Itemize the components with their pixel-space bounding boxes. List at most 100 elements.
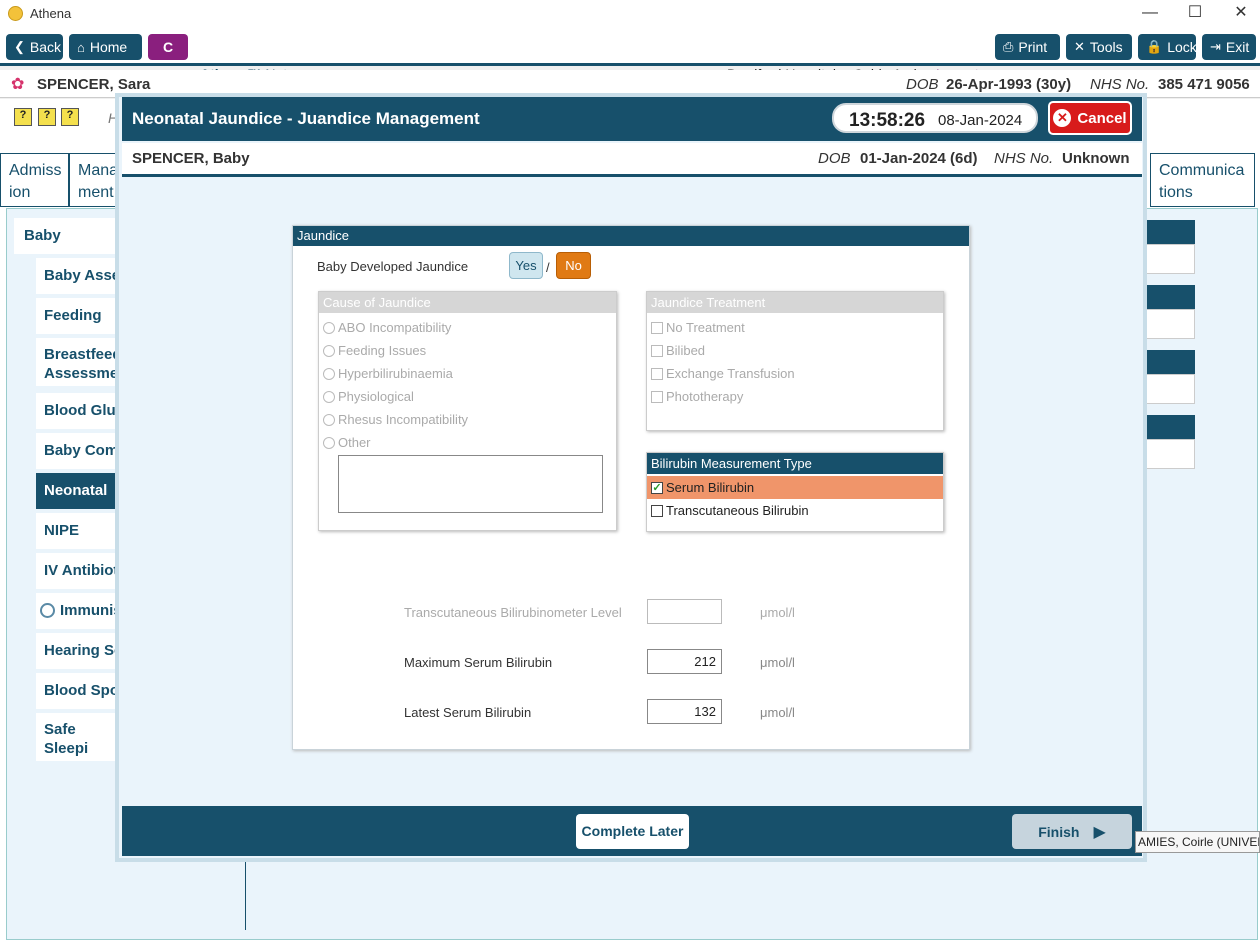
- other-cause-textarea[interactable]: [338, 455, 603, 513]
- printer-icon: ⎙: [1003, 39, 1014, 54]
- max-serum-input[interactable]: 212: [647, 649, 722, 674]
- tc-level-input[interactable]: [647, 599, 722, 624]
- sidebar-item-neonatal[interactable]: Neonatal: [36, 473, 126, 509]
- treatment-option[interactable]: No Treatment: [647, 316, 943, 339]
- finish-label: Finish: [1038, 823, 1080, 840]
- flower-icon: ✿: [11, 76, 25, 93]
- treatment-option-label: No Treatment: [666, 320, 745, 335]
- maximize-icon[interactable]: ☐: [1185, 4, 1205, 24]
- play-arrow-icon: ▶: [1093, 823, 1106, 841]
- no-button[interactable]: No: [556, 252, 591, 279]
- print-button[interactable]: ⎙ Print: [995, 34, 1060, 60]
- tc-level-unit: μmol/l: [760, 605, 795, 620]
- modal-footer: Complete Later Finish ▶: [122, 806, 1142, 856]
- sidebar-item-blood-spot[interactable]: Blood Spot: [36, 673, 126, 709]
- sidebar-item-iv-antibiotics[interactable]: IV Antibiot: [36, 553, 126, 589]
- baby-banner: SPENCER, Baby DOB 01-Jan-2024 (6d) NHS N…: [122, 143, 1142, 177]
- sidebar-header[interactable]: Baby: [14, 218, 124, 254]
- lock-button[interactable]: 🔒 Lock: [1138, 34, 1197, 60]
- treatment-option[interactable]: Exchange Transfusion: [647, 362, 943, 385]
- back-button[interactable]: ❮ Back: [6, 34, 63, 60]
- close-icon[interactable]: ✕: [1231, 4, 1251, 24]
- complete-later-button[interactable]: Complete Later: [576, 814, 689, 849]
- cause-option-label: Physiological: [338, 389, 414, 404]
- user-tooltip: AMIES, Coirle (UNIVERS: [1135, 831, 1260, 853]
- patient-name: SPENCER, Sara: [37, 76, 151, 93]
- cause-option[interactable]: Hyperbilirubinaemia: [319, 362, 616, 385]
- sidebar-item-feeding[interactable]: Feeding: [36, 298, 126, 334]
- alert-icon[interactable]: ?: [14, 108, 32, 126]
- cause-option-label: Rhesus Incompatibility: [338, 412, 469, 427]
- cause-option[interactable]: Physiological: [319, 385, 616, 408]
- lock-icon: 🔒: [1146, 39, 1163, 54]
- cause-option[interactable]: ABO Incompatibility: [319, 316, 616, 339]
- serum-bilirubin-option[interactable]: ✓ Serum Bilirubin: [647, 476, 943, 499]
- cause-option-label: Other: [338, 435, 371, 450]
- latest-serum-label: Latest Serum Bilirubin: [404, 705, 532, 720]
- exit-button[interactable]: ⇥ Exit: [1202, 34, 1256, 60]
- patient-nhs: 385 471 9056: [1158, 76, 1250, 93]
- treatment-option[interactable]: Phototherapy: [647, 385, 943, 408]
- bg-section-body: [1145, 374, 1195, 404]
- clock-date: 08-Jan-2024: [938, 112, 1023, 129]
- sidebar-item-breastfeeding[interactable]: Breastfeedi Assessmen: [36, 338, 118, 386]
- cause-option[interactable]: Rhesus Incompatibility: [319, 408, 616, 431]
- cause-option-label: Feeding Issues: [338, 343, 427, 358]
- checkbox-icon: [651, 504, 663, 517]
- nhs-label: NHS No.: [1090, 76, 1150, 93]
- bg-section-header: [1145, 285, 1195, 309]
- sidebar-item-safe-sleeping[interactable]: Safe Sleepi Assessmen: [36, 713, 118, 761]
- exit-label: Exit: [1225, 39, 1250, 55]
- cause-option-label: Hyperbilirubinaemia: [338, 366, 453, 381]
- sidebar-item-baby-comms[interactable]: Baby Comn: [36, 433, 126, 469]
- c-button[interactable]: C: [148, 34, 188, 60]
- radio-icon: [323, 321, 335, 334]
- cause-option[interactable]: Feeding Issues: [319, 339, 616, 362]
- sidebar-item-nipe[interactable]: NIPE: [36, 513, 126, 549]
- treatment-option-label: Exchange Transfusion: [666, 366, 795, 381]
- minimize-icon[interactable]: —: [1140, 4, 1160, 24]
- serum-bilirubin-label: Serum Bilirubin: [666, 480, 755, 495]
- bg-section-header: [1145, 350, 1195, 374]
- max-serum-unit: μmol/l: [760, 655, 795, 670]
- modal-title: Neonatal Jaundice - Juandice Management: [132, 109, 480, 128]
- sidebar-item-hearing[interactable]: Hearing Sc: [36, 633, 126, 669]
- sidebar-item-baby-assessment[interactable]: Baby Asses: [36, 258, 126, 294]
- tools-label: Tools: [1089, 39, 1123, 55]
- home-label: Home: [89, 39, 128, 55]
- checkbox-icon: [651, 390, 663, 403]
- lock-label: Lock: [1167, 39, 1197, 55]
- transcutaneous-bilirubin-option[interactable]: Transcutaneous Bilirubin: [647, 499, 943, 522]
- home-button[interactable]: ⌂ Home: [69, 34, 142, 60]
- sidebar-item-immunisation[interactable]: Immunis: [36, 593, 126, 629]
- tools-button[interactable]: ✕ Tools: [1066, 34, 1132, 60]
- jaundice-section-header: Jaundice: [293, 226, 969, 246]
- checkbox-icon: [651, 344, 663, 357]
- baby-nhs: Unknown: [1062, 150, 1130, 167]
- help-icon[interactable]: ?: [38, 108, 56, 126]
- question-icon[interactable]: ?: [61, 108, 79, 126]
- tc-level-label: Transcutaneous Bilirubinometer Level: [404, 605, 622, 620]
- radio-icon: [323, 367, 335, 380]
- treatment-option-label: Phototherapy: [666, 389, 744, 404]
- clock-display: 13:58:26 08-Jan-2024: [832, 103, 1038, 133]
- radio-icon: [323, 390, 335, 403]
- baby-nhs-label: NHS No.: [994, 150, 1054, 167]
- cause-option[interactable]: Other: [319, 431, 616, 454]
- tab-admission[interactable]: Admiss ion: [0, 153, 69, 207]
- transcutaneous-bilirubin-label: Transcutaneous Bilirubin: [666, 503, 809, 518]
- treatment-option[interactable]: Bilibed: [647, 339, 943, 362]
- treatment-header: Jaundice Treatment: [647, 292, 943, 313]
- yes-no-separator: /: [546, 260, 550, 275]
- yes-button[interactable]: Yes: [509, 252, 543, 279]
- checkbox-icon: [651, 321, 663, 334]
- finish-button[interactable]: Finish ▶: [1012, 814, 1132, 849]
- latest-serum-input[interactable]: 132: [647, 699, 722, 724]
- checkbox-checked-icon: ✓: [651, 481, 663, 494]
- radio-icon: [323, 413, 335, 426]
- tab-communications[interactable]: Communica tions: [1150, 153, 1255, 207]
- main-toolbar: ❮Back ⌂Home C Athena™ Notes Derriford Ho…: [0, 28, 1260, 82]
- cancel-button[interactable]: ✕ Cancel: [1048, 101, 1132, 135]
- dob-label: DOB: [906, 76, 939, 93]
- sidebar-item-blood-glucose[interactable]: Blood Gluc: [36, 393, 126, 429]
